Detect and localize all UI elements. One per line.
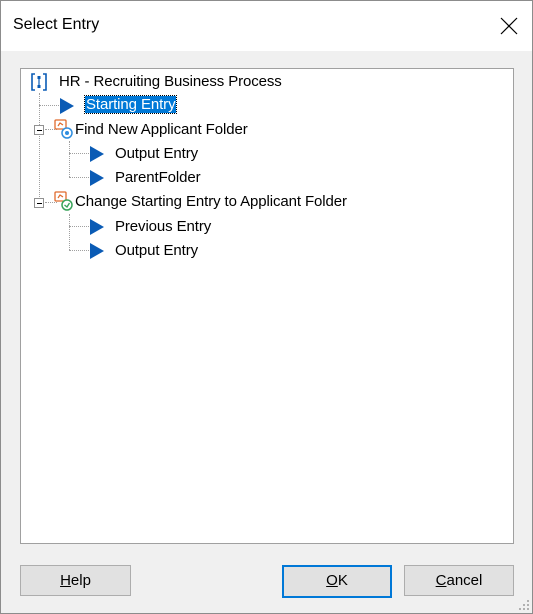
tree-node-output-entry[interactable]: Output Entry: [89, 240, 249, 262]
tree-connector: [69, 153, 89, 154]
tree-connector: [69, 177, 89, 178]
tree-node-label: Change Starting Entry to Applicant Folde…: [75, 193, 347, 210]
tree-connector: [69, 226, 89, 227]
select-entry-dialog: Select Entry HR - Recruiting Business Pr…: [0, 0, 533, 614]
title-bar: Select Entry: [1, 1, 532, 51]
collapse-toggle[interactable]: [34, 125, 44, 135]
tree-node-label: Starting Entry: [83, 95, 178, 114]
tree-node-label: HR - Recruiting Business Process: [59, 73, 282, 90]
tree-connector: [69, 214, 70, 250]
cancel-mnemonic: C: [435, 572, 447, 589]
tree-node-find-folder[interactable]: Find New Applicant Folder: [53, 119, 353, 141]
route-activity-icon: [54, 191, 73, 211]
tree-node-starting-entry[interactable]: Starting Entry: [59, 95, 219, 117]
close-icon: [500, 17, 518, 35]
tree-connector: [39, 93, 40, 205]
tree-node-parent-folder[interactable]: ParentFolder: [89, 167, 249, 189]
dialog-title: Select Entry: [13, 16, 100, 33]
cancel-button[interactable]: Cancel: [404, 565, 514, 596]
help-button[interactable]: Help: [20, 565, 131, 596]
arrow-icon: [90, 243, 104, 259]
arrow-icon: [90, 146, 104, 162]
ok-button[interactable]: OK: [282, 565, 392, 598]
tree-node-previous-entry[interactable]: Previous Entry: [89, 216, 249, 238]
help-label: elp: [70, 572, 91, 589]
tree-node-label: Output Entry: [115, 242, 199, 259]
collapse-toggle[interactable]: [34, 198, 44, 208]
arrow-icon: [90, 219, 104, 235]
resize-grip-icon[interactable]: [518, 599, 530, 611]
tree-connector: [69, 141, 70, 177]
tree-connector: [39, 105, 59, 106]
tree-connector: [69, 250, 89, 251]
ok-mnemonic: O: [326, 572, 338, 589]
tree-node-output-entry[interactable]: Output Entry: [89, 143, 249, 165]
process-icon: [31, 73, 47, 91]
ok-label: K: [337, 572, 348, 589]
search-activity-icon: [54, 119, 73, 139]
cancel-label: ancel: [446, 572, 483, 589]
tree-node-label: Previous Entry: [115, 218, 212, 235]
tree-node-change-entry[interactable]: Change Starting Entry to Applicant Folde…: [53, 191, 453, 213]
tree-node-label: Find New Applicant Folder: [75, 121, 248, 138]
entry-tree[interactable]: HR - Recruiting Business Process Startin…: [20, 68, 514, 544]
close-button[interactable]: [486, 1, 532, 51]
tree-node-label: ParentFolder: [115, 169, 201, 186]
arrow-icon: [60, 98, 74, 114]
arrow-icon: [90, 170, 104, 186]
help-mnemonic: H: [60, 572, 71, 589]
tree-node-root[interactable]: HR - Recruiting Business Process: [31, 71, 331, 93]
tree-node-label: Output Entry: [115, 145, 199, 162]
